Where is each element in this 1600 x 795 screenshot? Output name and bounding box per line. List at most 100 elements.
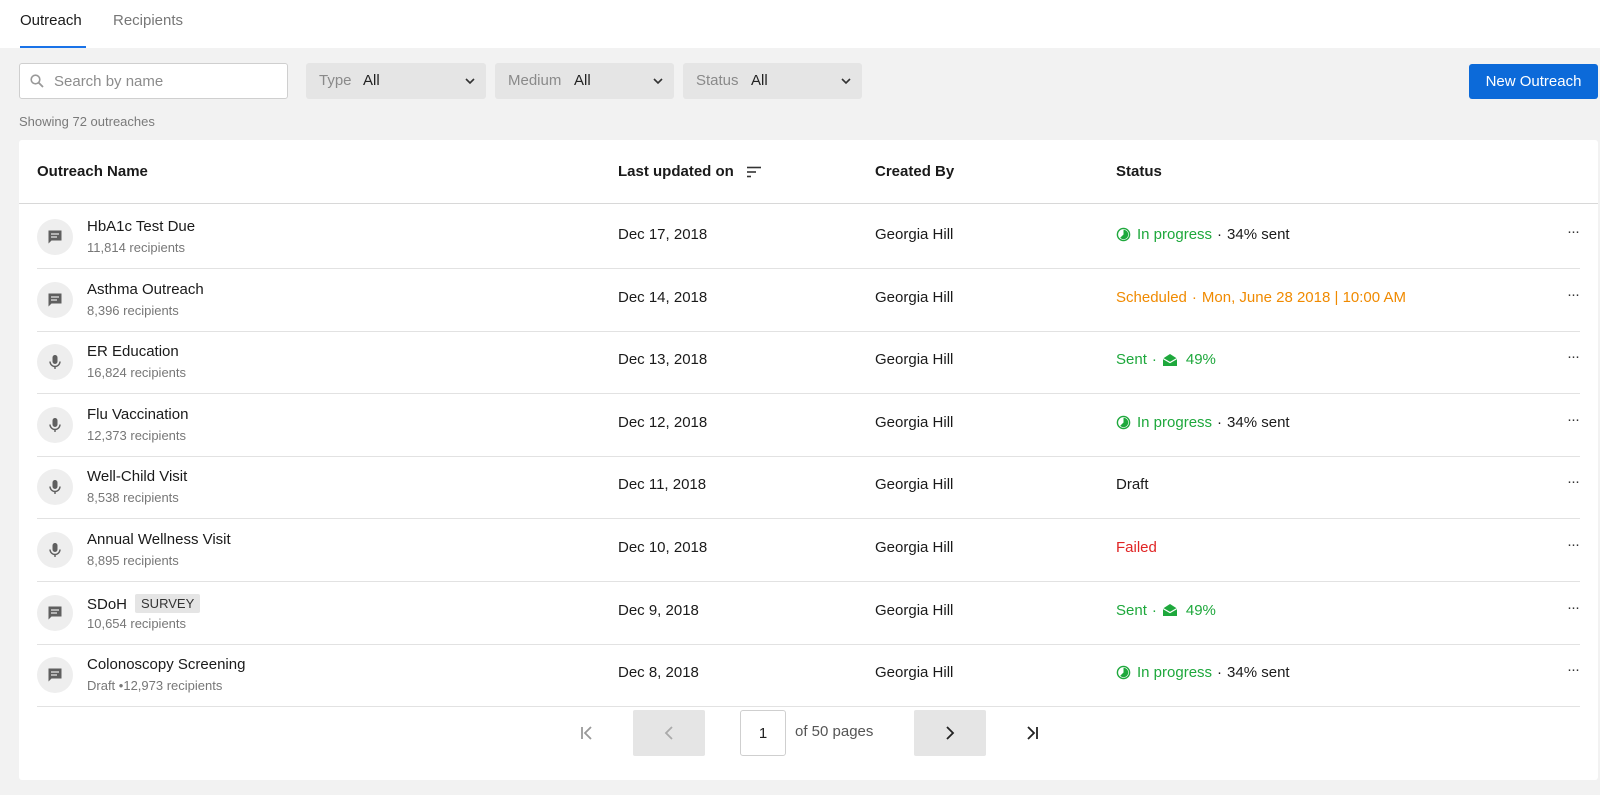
recipient-count: 11,814 recipients [87,240,186,255]
message-icon [37,657,73,694]
page-count-text: of 50 pages [795,723,874,740]
chevron-down-icon [841,78,851,85]
last-updated-date: Dec 11, 2018 [618,476,707,494]
previous-page-button[interactable] [633,710,705,756]
column-header-name: Outreach Name [37,163,148,180]
table-row[interactable]: HbA1c Test Due 11,814 recipients Dec 17, 2… [37,205,1580,269]
recipient-count: 10,654 recipients [87,615,187,631]
table-row[interactable]: ER Education 16,824 recipients Dec 13, 201… [37,330,1580,395]
search-box [19,63,288,99]
recipient-count: 8,396 recipients [87,302,179,318]
status-cell: Sent · 49% [1116,602,1216,619]
recipient-count: Draft •12,973 recipients [87,678,223,694]
survey-badge: SURVEY [135,593,201,613]
type-filter-value: All [363,72,380,89]
tab-outreach[interactable]: Outreach [20,0,86,48]
next-page-button[interactable] [914,710,986,756]
message-icon [37,594,73,631]
page-number-input[interactable] [740,710,786,756]
outreach-name[interactable]: SDoH [87,596,127,613]
status-detail: 34% sent [1227,664,1290,682]
tab-bar: Outreach Recipients [0,0,1600,48]
last-updated-date: Dec 13, 2018 [618,351,708,369]
table-row[interactable]: Well-Child Visit 8,538 recipients Dec 11, … [37,455,1580,520]
status-detail: 34% sent [1227,413,1290,431]
outreach-name-cell: Colonoscopy Screening [87,656,245,673]
column-header-status: Status [1116,163,1162,180]
more-options-button[interactable]: ··· [1567,223,1580,240]
search-icon [30,74,44,88]
outreach-name[interactable]: Colonoscopy Screening [87,656,245,673]
more-options-button[interactable]: ··· [1567,348,1580,365]
in-progress-icon [1116,415,1131,430]
outreach-name[interactable]: Asthma Outreach [87,281,204,298]
more-options-button[interactable]: ··· [1567,536,1580,553]
outreach-name[interactable]: HbA1c Test Due [87,218,195,235]
last-page-icon [1027,726,1038,740]
column-header-updated-label: Last updated on [618,163,734,180]
last-updated-date: Dec 14, 2018 [618,288,708,306]
medium-filter-value: All [574,72,591,89]
more-options-button[interactable]: ··· [1567,661,1580,678]
created-by-name: Georgia Hill [875,539,954,556]
status-label: In progress [1137,226,1213,243]
created-by-name: Georgia Hill [875,413,954,431]
created-by-name: Georgia Hill [875,351,954,369]
status-label: Draft [1116,476,1149,494]
mic-icon [37,406,73,443]
first-page-button[interactable] [570,710,606,756]
table-row[interactable]: Asthma Outreach 8,396 recipients Dec 14, 2… [37,268,1580,332]
mic-icon [37,469,73,506]
type-filter[interactable]: Type All [306,63,486,99]
status-filter[interactable]: Status All [683,63,862,99]
status-label: In progress [1137,664,1213,682]
mail-open-icon [1162,353,1178,366]
table-row[interactable]: Flu Vaccination 12,373 recipients Dec 12, … [37,393,1580,457]
outreach-name-cell: Well-Child Visit [87,468,187,485]
table-row[interactable]: Annual Wellness Visit 8,895 recipients Dec… [37,518,1580,582]
more-options-button[interactable]: ··· [1567,411,1580,428]
status-cell: In progress · 34% sent [1116,414,1290,431]
status-detail: 34% sent [1227,226,1290,243]
status-cell: Failed [1116,539,1157,556]
status-separator: · [1217,226,1223,243]
medium-filter-label: Medium [508,72,562,89]
medium-filter[interactable]: Medium All [495,63,674,99]
last-updated-date: Dec 17, 2018 [618,226,708,243]
chevron-right-icon [946,726,955,740]
result-count: Showing 72 outreaches [19,114,155,129]
outreach-name[interactable]: Well-Child Visit [87,468,187,485]
status-label: Failed [1116,539,1157,556]
new-outreach-button[interactable]: New Outreach [1469,64,1598,99]
status-cell: Sent · 49% [1116,351,1216,368]
table-row[interactable]: SDoH SURVEY 10,654 recipients Dec 9, 2018 Ge… [37,581,1580,645]
status-separator: · [1151,601,1157,619]
recipient-count: 16,824 recipients [87,365,187,381]
chevron-left-icon [664,726,673,740]
more-options-button[interactable]: ··· [1567,286,1580,303]
more-options-button[interactable]: ··· [1567,599,1580,616]
created-by-name: Georgia Hill [875,226,954,243]
outreach-name[interactable]: Flu Vaccination [87,406,188,423]
tab-recipients[interactable]: Recipients [113,0,183,48]
status-cell: In progress · 34% sent [1116,226,1290,243]
outreach-name[interactable]: Annual Wellness Visit [87,531,231,548]
status-label: Sent [1116,351,1147,369]
recipient-count: 8,538 recipients [87,490,179,506]
mail-open-icon [1162,604,1178,617]
status-label: In progress [1137,413,1213,431]
last-updated-date: Dec 10, 2018 [618,539,708,556]
recipient-count: 12,373 recipients [87,427,187,443]
last-page-button[interactable] [1013,710,1049,756]
table-row[interactable]: Colonoscopy Screening Draft •12,973 reci… [37,643,1580,708]
more-options-button[interactable]: ··· [1567,473,1580,490]
created-by-name: Georgia Hill [875,476,954,494]
chevron-down-icon [465,78,475,85]
message-icon [37,281,73,318]
status-detail: Mon, June 28 2018 | 10:00 AM [1201,288,1406,306]
column-header-updated[interactable]: Last updated on [618,163,762,180]
outreach-name[interactable]: ER Education [87,343,179,360]
outreach-table: Outreach Name Last updated on Created By… [19,140,1598,780]
first-page-icon [581,726,592,740]
search-input[interactable] [54,64,279,98]
